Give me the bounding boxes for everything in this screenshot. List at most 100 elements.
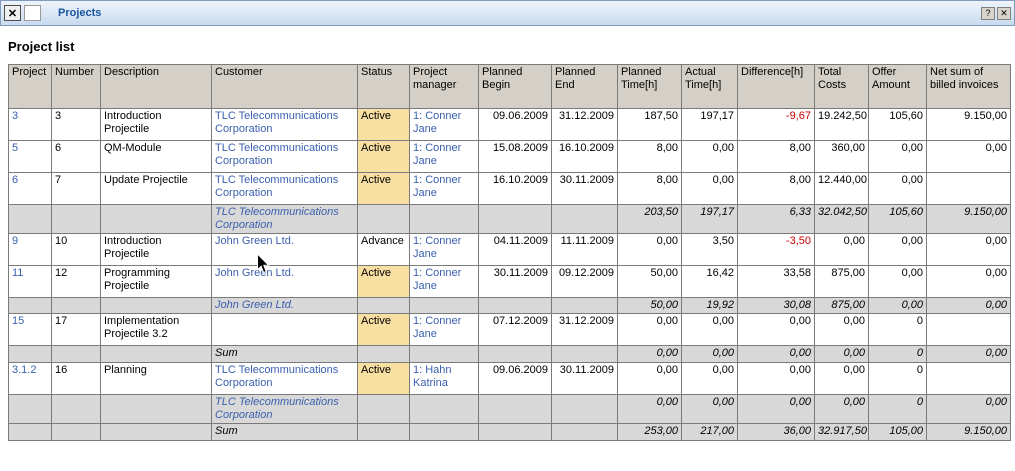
cell-planned_time: 50,00 xyxy=(618,298,682,314)
cell-end xyxy=(552,424,618,441)
cell-project: 3.1.2 xyxy=(9,363,52,395)
cell-manager: 1: Conner Jane xyxy=(410,234,479,266)
cell-actual_time: 0,00 xyxy=(682,363,738,395)
cell-net_sum: 0,00 xyxy=(927,266,1011,298)
column-header-total_costs: Total Costs xyxy=(815,65,869,109)
cell-end xyxy=(552,346,618,363)
cell-customer: TLC Telecommunications Corporation xyxy=(212,205,358,234)
cell-difference: 0,00 xyxy=(738,363,815,395)
cell-description: Update Projectile xyxy=(101,173,212,205)
manager-link[interactable]: 1: Hahn Katrina xyxy=(413,364,452,389)
cell-status xyxy=(358,298,410,314)
cell-actual_time: 3,50 xyxy=(682,234,738,266)
cell-planned_time: 0,00 xyxy=(618,395,682,424)
cell-number xyxy=(52,395,101,424)
cell-end: 16.10.2009 xyxy=(552,141,618,173)
column-header-difference: Difference[h] xyxy=(738,65,815,109)
project-row: 33Introduction ProjectileTLC Telecommuni… xyxy=(9,109,1011,141)
close-tab-button[interactable]: ✕ xyxy=(4,5,21,21)
cell-manager: 1: Conner Jane xyxy=(410,141,479,173)
cell-net_sum: 9.150,00 xyxy=(927,109,1011,141)
cell-net_sum: 9.150,00 xyxy=(927,205,1011,234)
cell-total_costs: 875,00 xyxy=(815,266,869,298)
cell-manager: 1: Conner Jane xyxy=(410,314,479,346)
cell-customer xyxy=(212,314,358,346)
group-summary-row: John Green Ltd.50,0019,9230,08875,000,00… xyxy=(9,298,1011,314)
project-link[interactable]: 5 xyxy=(12,142,18,154)
cell-manager xyxy=(410,298,479,314)
cell-offer_amount: 0 xyxy=(869,395,927,424)
cell-total_costs: 0,00 xyxy=(815,346,869,363)
cell-difference: 6,33 xyxy=(738,205,815,234)
manager-link[interactable]: 1: Conner Jane xyxy=(413,315,461,340)
help-button[interactable]: ? xyxy=(981,7,995,20)
cell-offer_amount: 0 xyxy=(869,346,927,363)
project-row: 1112Programming ProjectileJohn Green Ltd… xyxy=(9,266,1011,298)
cell-net_sum: 0,00 xyxy=(927,395,1011,424)
cell-offer_amount: 0,00 xyxy=(869,298,927,314)
cell-total_costs: 875,00 xyxy=(815,298,869,314)
cell-customer: TLC Telecommunications Corporation xyxy=(212,395,358,424)
titlebar-controls: ? ✕ xyxy=(981,7,1011,20)
cell-total_costs: 0,00 xyxy=(815,395,869,424)
cell-project xyxy=(9,346,52,363)
cell-customer: TLC Telecommunications Corporation xyxy=(212,173,358,205)
customer-link[interactable]: TLC Telecommunications Corporation xyxy=(215,364,338,389)
cell-difference: 33,58 xyxy=(738,266,815,298)
cell-difference: 0,00 xyxy=(738,314,815,346)
cell-project: 6 xyxy=(9,173,52,205)
project-link[interactable]: 15 xyxy=(12,315,24,327)
manager-link[interactable]: 1: Conner Jane xyxy=(413,235,461,260)
cell-description: Implementation Projectile 3.2 xyxy=(101,314,212,346)
manager-link[interactable]: 1: Conner Jane xyxy=(413,110,461,135)
cell-total_costs: 12.440,00 xyxy=(815,173,869,205)
window-close-button[interactable]: ✕ xyxy=(997,7,1011,20)
manager-link[interactable]: 1: Conner Jane xyxy=(413,174,461,199)
project-row: 67Update ProjectileTLC Telecommunication… xyxy=(9,173,1011,205)
cell-total_costs: 0,00 xyxy=(815,234,869,266)
project-link[interactable]: 3.1.2 xyxy=(12,364,36,376)
customer-link[interactable]: TLC Telecommunications Corporation xyxy=(215,142,338,167)
cell-net_sum: 9.150,00 xyxy=(927,424,1011,441)
project-link[interactable]: 11 xyxy=(12,267,23,279)
cell-difference: -3,50 xyxy=(738,234,815,266)
project-link[interactable]: 6 xyxy=(12,174,18,186)
column-header-end: Planned End xyxy=(552,65,618,109)
window-titlebar: ✕ Projects ? ✕ xyxy=(0,0,1015,26)
cell-project xyxy=(9,424,52,441)
cell-status xyxy=(358,205,410,234)
cell-project: 15 xyxy=(9,314,52,346)
project-row: 56QM-ModuleTLC Telecommunications Corpor… xyxy=(9,141,1011,173)
project-link[interactable]: 3 xyxy=(12,110,18,122)
cell-offer_amount: 0,00 xyxy=(869,266,927,298)
customer-link[interactable]: John Green Ltd. xyxy=(215,267,294,279)
cell-customer: TLC Telecommunications Corporation xyxy=(212,363,358,395)
blank-page-icon[interactable] xyxy=(24,5,41,21)
page-title: Project list xyxy=(8,39,1015,54)
cell-number: 12 xyxy=(52,266,101,298)
customer-link[interactable]: John Green Ltd. xyxy=(215,299,294,311)
cell-planned_time: 50,00 xyxy=(618,266,682,298)
cell-description xyxy=(101,424,212,441)
column-header-customer: Customer xyxy=(212,65,358,109)
cell-description xyxy=(101,298,212,314)
close-icon: ✕ xyxy=(8,7,17,20)
project-link[interactable]: 9 xyxy=(12,235,18,247)
customer-link[interactable]: TLC Telecommunications Corporation xyxy=(215,110,338,135)
cell-planned_time: 0,00 xyxy=(618,363,682,395)
manager-link[interactable]: 1: Conner Jane xyxy=(413,142,461,167)
cell-begin xyxy=(479,205,552,234)
customer-link[interactable]: TLC Telecommunications Corporation xyxy=(215,174,338,199)
cell-net_sum xyxy=(927,363,1011,395)
cell-begin: 07.12.2009 xyxy=(479,314,552,346)
customer-link[interactable]: TLC Telecommunications Corporation xyxy=(215,396,339,421)
customer-link[interactable]: John Green Ltd. xyxy=(215,235,294,247)
cell-status xyxy=(358,346,410,363)
cell-actual_time: 16,42 xyxy=(682,266,738,298)
customer-link[interactable]: TLC Telecommunications Corporation xyxy=(215,206,339,231)
cell-offer_amount: 105,60 xyxy=(869,205,927,234)
cell-number xyxy=(52,298,101,314)
window-title: Projects xyxy=(58,7,101,19)
manager-link[interactable]: 1: Conner Jane xyxy=(413,267,461,292)
cell-offer_amount: 0 xyxy=(869,314,927,346)
